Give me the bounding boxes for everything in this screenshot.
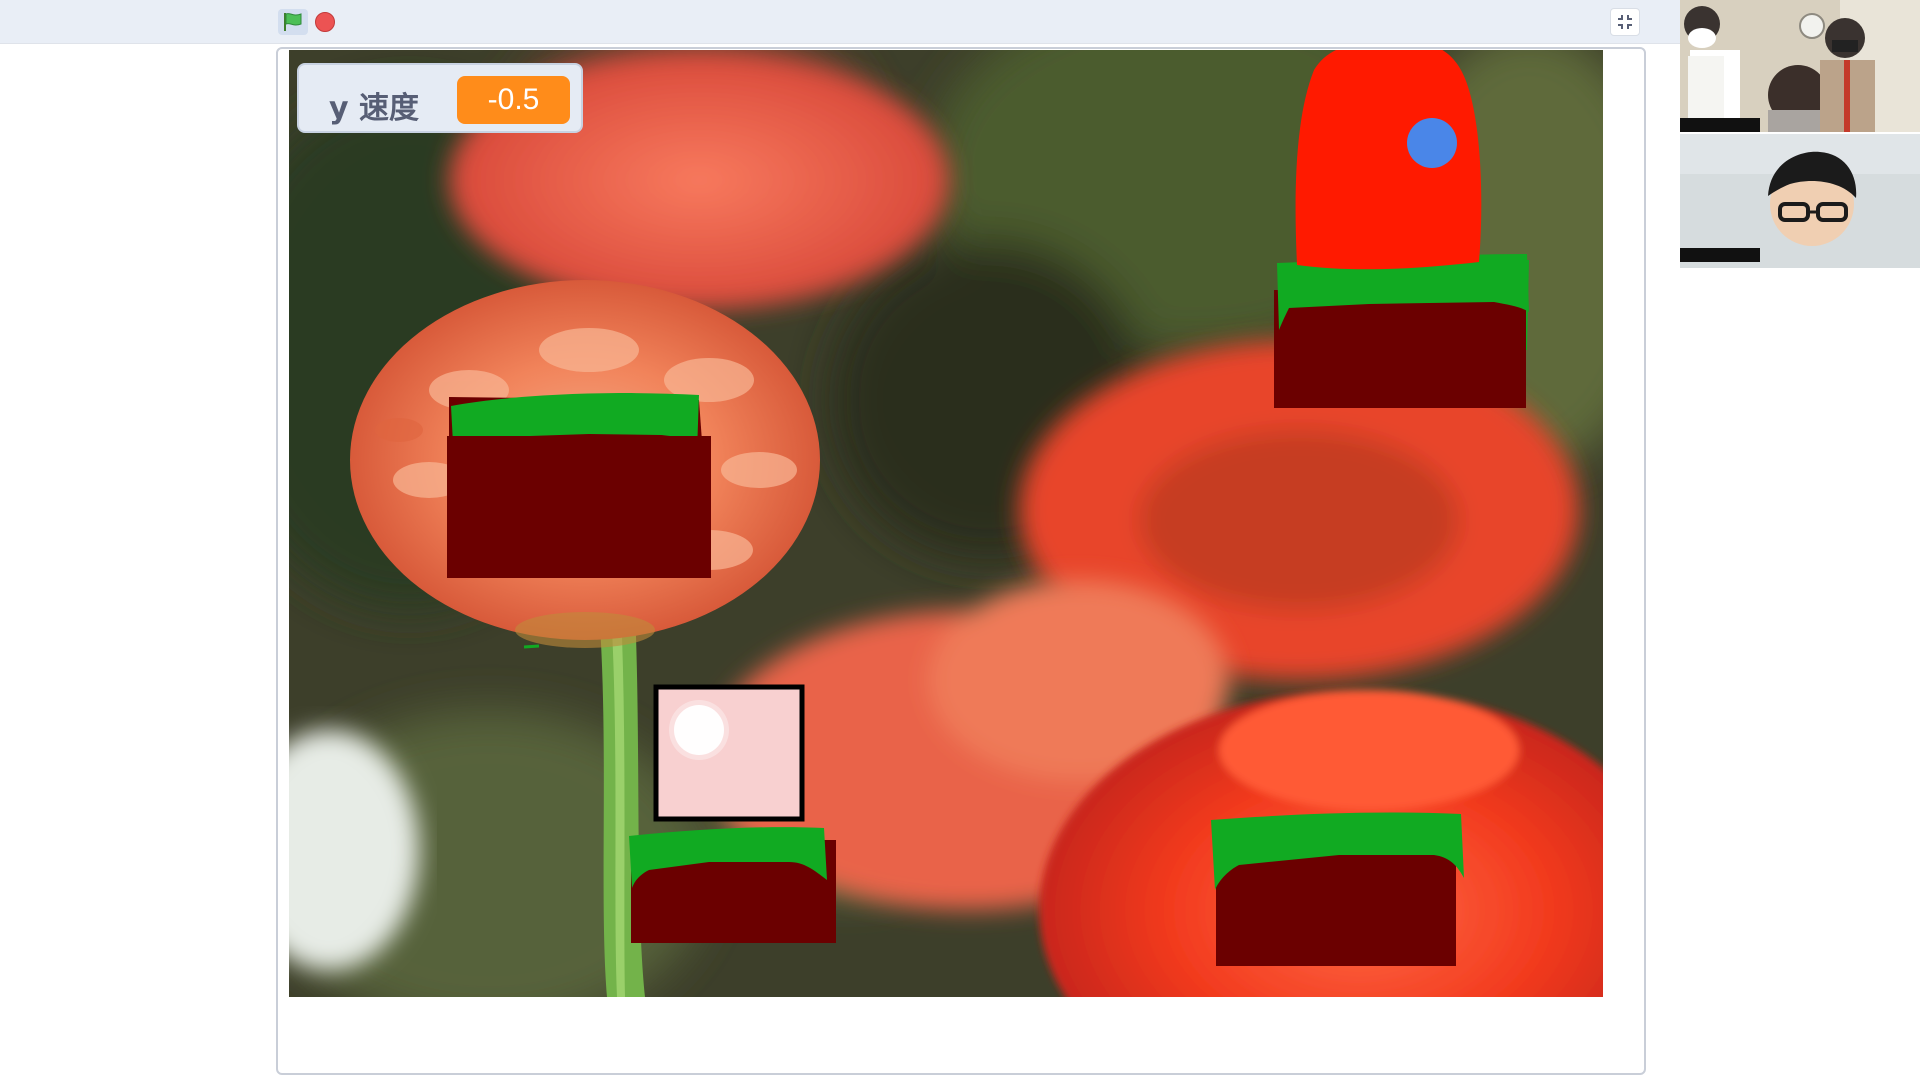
exit-fullscreen-icon bbox=[1618, 15, 1632, 29]
exit-fullscreen-button[interactable] bbox=[1610, 8, 1640, 36]
stage-canvas[interactable]: y 速度 -0.5 bbox=[289, 50, 1603, 997]
green-flag-button[interactable] bbox=[278, 9, 308, 35]
stage-backdrop bbox=[289, 50, 1603, 997]
stop-button[interactable] bbox=[315, 12, 335, 32]
stage-header-bar bbox=[0, 0, 1920, 44]
green-flag-icon bbox=[284, 13, 302, 31]
participant-video-1 bbox=[1680, 0, 1920, 132]
variable-monitor-value: -0.5 bbox=[457, 76, 570, 124]
variable-monitor-label: y 速度 bbox=[329, 91, 419, 126]
participant-video-2-image bbox=[1680, 134, 1920, 268]
participant-video-1-image bbox=[1680, 0, 1920, 132]
variable-monitor-y-speed[interactable]: y 速度 -0.5 bbox=[297, 63, 583, 133]
participant-video-2 bbox=[1680, 134, 1920, 268]
